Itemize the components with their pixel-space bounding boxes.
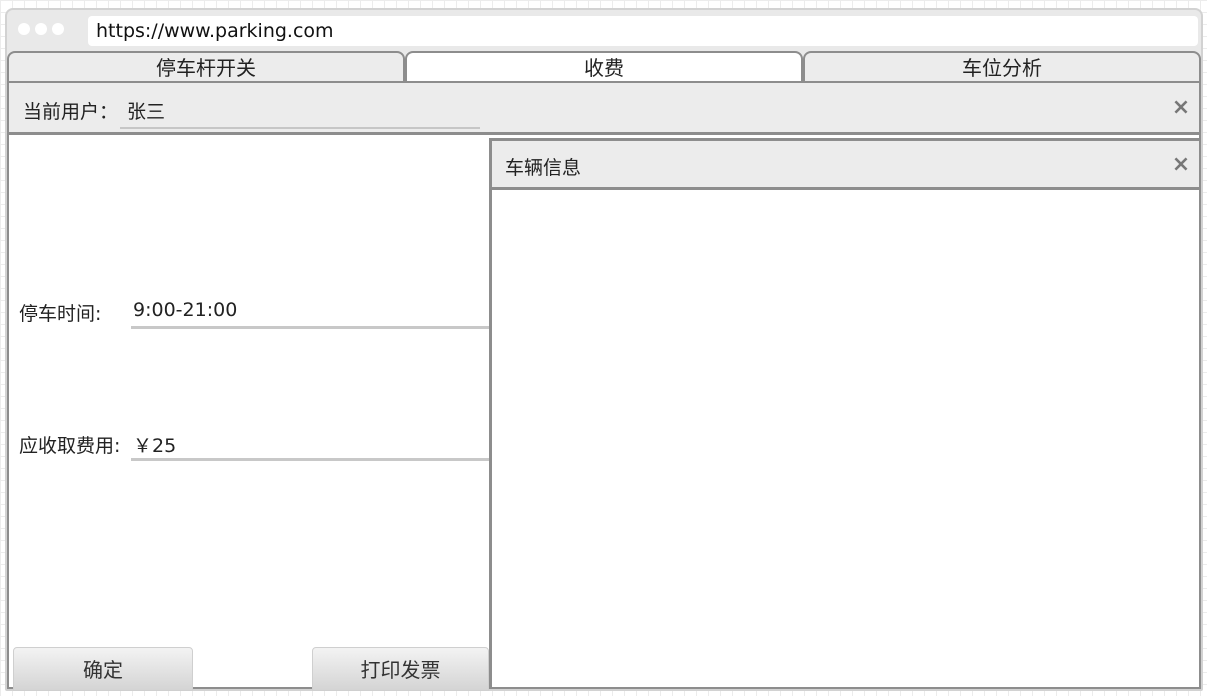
parking-time-underline <box>131 326 489 329</box>
browser-window: https://www.parking.com 停车杆开关 收费 车位分析 当前… <box>5 8 1203 691</box>
user-field-underline <box>120 127 480 129</box>
fee-underline <box>131 458 489 461</box>
tab-content: 当前用户： 张三 × 停车时间: 9:00-21:00 应收取费用: ￥25 确… <box>7 81 1201 691</box>
current-user-bar: 当前用户： 张三 × <box>9 83 1199 135</box>
window-dot-icon[interactable] <box>18 23 30 35</box>
vehicle-info-title: 车辆信息 <box>505 157 582 179</box>
charging-form: 停车时间: 9:00-21:00 应收取费用: ￥25 确定 打印发票 <box>9 138 489 691</box>
window-dot-icon[interactable] <box>35 23 47 35</box>
close-icon[interactable]: × <box>1169 96 1193 120</box>
window-dot-icon[interactable] <box>52 23 64 35</box>
tab-space-analysis[interactable]: 车位分析 <box>803 51 1201 81</box>
current-user-label: 当前用户： <box>23 101 119 123</box>
tab-charging[interactable]: 收费 <box>405 51 803 81</box>
print-invoice-button[interactable]: 打印发票 <box>312 647 489 691</box>
url-bar[interactable]: https://www.parking.com <box>88 16 1198 46</box>
current-user-name[interactable]: 张三 <box>127 97 165 124</box>
window-controls <box>18 23 64 35</box>
confirm-button[interactable]: 确定 <box>13 647 193 691</box>
fee-field[interactable]: ￥25 <box>133 431 176 458</box>
tab-parking-gate[interactable]: 停车杆开关 <box>7 51 405 81</box>
parking-time-label: 停车时间: <box>19 303 102 325</box>
fee-label: 应收取费用: <box>19 435 121 457</box>
parking-time-field[interactable]: 9:00-21:00 <box>133 299 237 321</box>
vehicle-info-panel: 车辆信息 × <box>489 138 1199 687</box>
vehicle-info-header: 车辆信息 × <box>492 138 1199 190</box>
close-icon[interactable]: × <box>1169 153 1193 177</box>
